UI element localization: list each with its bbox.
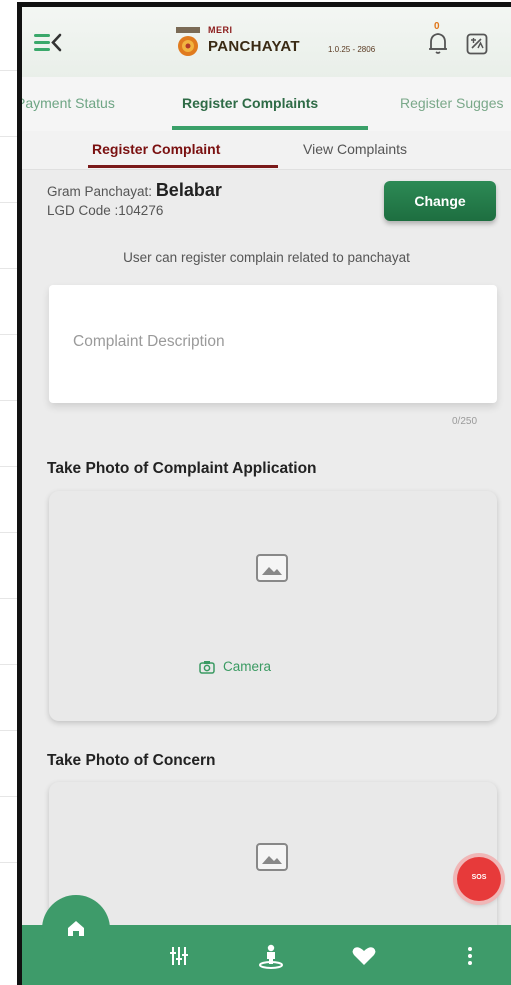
section-title-application: Take Photo of Complaint Application (47, 460, 317, 477)
phone-frame: MERI PANCHAYAT 1.0.25 - 2806 0 Payment S… (17, 2, 511, 985)
complaint-description-input[interactable] (49, 285, 497, 403)
gram-panchayat-prefix: Gram Panchayat: (47, 184, 153, 199)
nav-favorites[interactable] (349, 943, 379, 969)
app-version: 1.0.25 - 2806 (328, 45, 376, 54)
change-panchayat-button[interactable]: Change (384, 181, 496, 221)
brand-name: PANCHAYAT (208, 38, 300, 55)
sub-tab-bar: Register Complaint View Complaints (22, 131, 511, 170)
camera-label: Camera (223, 659, 272, 674)
subtab-view-complaints[interactable]: View Complaints (303, 141, 407, 157)
nav-more[interactable] (455, 943, 485, 969)
main-tab-bar: Payment Status Register Complaints Regis… (22, 77, 511, 132)
nav-home[interactable] (42, 895, 110, 963)
image-placeholder-icon (255, 842, 289, 872)
subtab-register-complaint[interactable]: Register Complaint (92, 141, 220, 157)
sos-label: SOS (471, 874, 487, 881)
tab-register-complaints[interactable]: Register Complaints (182, 95, 318, 111)
app-header: MERI PANCHAYAT 1.0.25 - 2806 0 (22, 7, 511, 77)
app-logo: MERI PANCHAYAT 1.0.25 - 2806 (172, 21, 392, 63)
tab-register-suggestions[interactable]: Register Sugges (400, 95, 504, 111)
nav-location[interactable] (256, 943, 286, 969)
home-icon (68, 921, 84, 936)
active-tab-indicator (172, 126, 368, 130)
brand-small: MERI (208, 25, 233, 35)
character-counter: 0/250 (452, 416, 478, 427)
panchayat-emblem-icon (172, 25, 204, 57)
filter-icon (170, 947, 188, 965)
person-location-icon (259, 944, 283, 969)
gram-panchayat-name: Belabar (155, 180, 222, 200)
lgd-code: LGD Code :104276 (47, 203, 164, 218)
more-vertical-icon (468, 947, 472, 965)
sos-button[interactable]: SOS (457, 857, 501, 901)
tab-payment-status[interactable]: Payment Status (22, 95, 115, 111)
notification-bell[interactable]: 0 (425, 21, 451, 57)
menu-collapse-icon[interactable] (32, 29, 62, 55)
notification-count: 0 (434, 21, 440, 32)
gram-panchayat-label: Gram Panchayat: Belabar (47, 180, 222, 201)
complaint-description-box (49, 285, 497, 403)
camera-icon (199, 660, 215, 674)
section-title-concern: Take Photo of Concern (47, 752, 216, 769)
active-subtab-indicator (88, 165, 278, 168)
language-icon[interactable] (466, 33, 488, 55)
heart-icon (352, 947, 376, 965)
app-screen: MERI PANCHAYAT 1.0.25 - 2806 0 Payment S… (22, 7, 511, 985)
image-placeholder-icon (255, 553, 289, 583)
helper-text: User can register complain related to pa… (123, 250, 410, 265)
camera-button[interactable]: Camera (199, 659, 271, 674)
nav-filter[interactable] (165, 943, 195, 969)
application-photo-card[interactable]: Camera (49, 491, 497, 721)
